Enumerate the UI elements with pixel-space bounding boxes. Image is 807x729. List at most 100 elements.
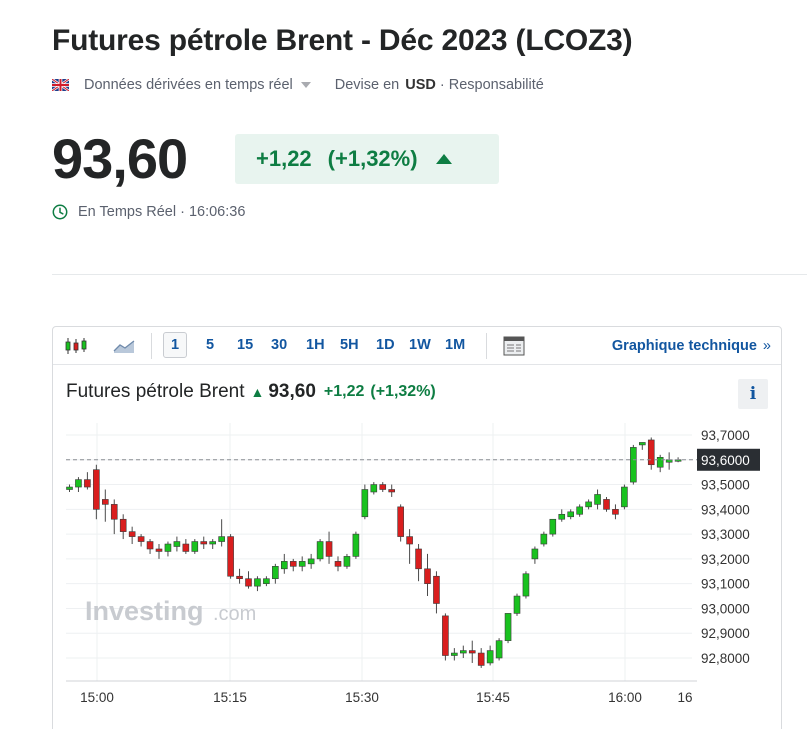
candle-body — [361, 489, 369, 518]
candle-body — [191, 541, 199, 552]
candle-body — [110, 504, 118, 520]
candle-body — [164, 543, 172, 552]
candle-body — [424, 568, 431, 584]
quote-meta: Données dérivées en temps réel Devise en… — [52, 75, 544, 95]
candle-body — [621, 486, 628, 508]
candle-body — [504, 613, 512, 641]
candle-body — [415, 548, 422, 570]
candle-body — [200, 541, 208, 545]
candle-body — [406, 536, 413, 545]
candlestick-chart: Investing .com 93,7000 93,6000 93,5000 93,400… — [66, 423, 760, 705]
y-axis-tick-label: 93,2000 — [701, 552, 750, 567]
candle-body — [477, 652, 485, 666]
candle-body — [101, 499, 109, 505]
investing-watermark: Investing — [85, 596, 204, 626]
candle-body — [558, 513, 566, 520]
currency-value: USD — [405, 77, 436, 93]
y-axis-tick-label: 93,0000 — [701, 601, 750, 616]
candle-body — [128, 531, 136, 537]
chevron-down-icon[interactable] — [300, 82, 311, 88]
candle-body — [459, 650, 467, 654]
candle-body — [272, 566, 279, 580]
candle-body — [93, 469, 100, 510]
candle-body — [75, 479, 82, 488]
data-type-selector[interactable]: Données dérivées en temps réel — [84, 77, 293, 93]
candle-body — [281, 561, 288, 570]
candle-body — [370, 484, 378, 493]
candle-body — [549, 518, 557, 535]
candle-body — [218, 536, 225, 542]
candle-body — [316, 541, 324, 560]
y-axis-tick-label: 93,7000 — [701, 428, 750, 443]
candle-body — [84, 479, 91, 488]
x-axis-tick-label: 15:00 — [80, 690, 114, 705]
change-percent: (+1,32%) — [327, 146, 418, 171]
candle-body — [298, 561, 306, 567]
candle-body — [254, 578, 261, 587]
candle-body — [307, 558, 315, 565]
clock-icon — [52, 204, 68, 220]
chart-widget: 1 5 15 30 1H 5H 1D 1W 1M Graphique techn… — [52, 326, 782, 729]
page-title: Futures pétrole Brent - Déc 2023 (LCOZ3) — [52, 24, 633, 57]
candle-body — [182, 543, 190, 552]
candle-body — [263, 578, 270, 584]
y-axis-tick-label: 92,8000 — [701, 651, 750, 666]
candle-body — [486, 650, 494, 664]
candle-body — [289, 561, 297, 567]
candle-body — [137, 536, 145, 542]
candle-body — [397, 506, 404, 537]
candle-body — [334, 561, 342, 567]
candle-body — [379, 484, 387, 490]
y-axis-tick-label: 93,3000 — [701, 527, 750, 542]
realtime-text: En Temps Réel · 16:06:36 — [78, 204, 246, 220]
investing-watermark-suffix: .com — [213, 603, 256, 625]
candle-body — [209, 541, 216, 545]
candle-body — [388, 489, 396, 493]
section-divider — [52, 274, 807, 275]
candle-body — [630, 447, 637, 483]
y-axis-tick-label: 93,1000 — [701, 577, 750, 592]
candle-body — [468, 650, 476, 654]
candle-body — [567, 511, 575, 518]
change-badge: +1,22 (+1,32%) — [235, 134, 499, 184]
candle-body — [612, 509, 619, 515]
candle-body — [146, 541, 154, 550]
arrow-up-icon — [435, 154, 452, 164]
candle-body — [513, 595, 521, 614]
y-axis-tick-label: 92,9000 — [701, 626, 750, 641]
candle-body — [245, 578, 252, 587]
candle-body — [433, 575, 440, 604]
candle-body — [442, 615, 449, 656]
candle-body — [451, 652, 458, 656]
candle-body — [585, 501, 592, 508]
currency-label: Devise en — [334, 77, 400, 93]
candle-body — [352, 533, 360, 557]
x-axis-tick-label: 16:00 — [608, 690, 642, 705]
candle-body — [173, 541, 181, 547]
candle-body — [236, 575, 243, 580]
realtime-status: En Temps Réel · 16:06:36 — [52, 204, 245, 220]
change-value: +1,22 — [256, 146, 312, 171]
candle-body — [119, 518, 127, 532]
candle-body — [522, 573, 530, 597]
x-axis-tick-label: 15:45 — [476, 690, 510, 705]
y-axis-tick-label: 93,5000 — [701, 478, 750, 493]
candle-body — [594, 494, 601, 505]
candle-body — [227, 536, 234, 577]
uk-flag-icon — [52, 79, 69, 91]
y-axis-tick-label: 93,4000 — [701, 502, 750, 517]
candle-body — [576, 506, 583, 515]
candle-body — [638, 442, 646, 446]
candle-body — [603, 499, 610, 510]
candle-body — [647, 439, 655, 466]
candle-body — [66, 486, 73, 490]
x-axis-tick-label: 15:30 — [345, 690, 379, 705]
candle-body — [155, 548, 163, 552]
candle-body — [495, 640, 503, 659]
candle-body — [540, 533, 548, 545]
candle-body — [656, 457, 664, 468]
responsibility-link[interactable]: · Responsabilité — [440, 77, 544, 93]
last-price: 93,60 — [52, 127, 188, 190]
last-price-label: 93,6000 — [701, 453, 750, 468]
candle-body — [325, 541, 333, 557]
